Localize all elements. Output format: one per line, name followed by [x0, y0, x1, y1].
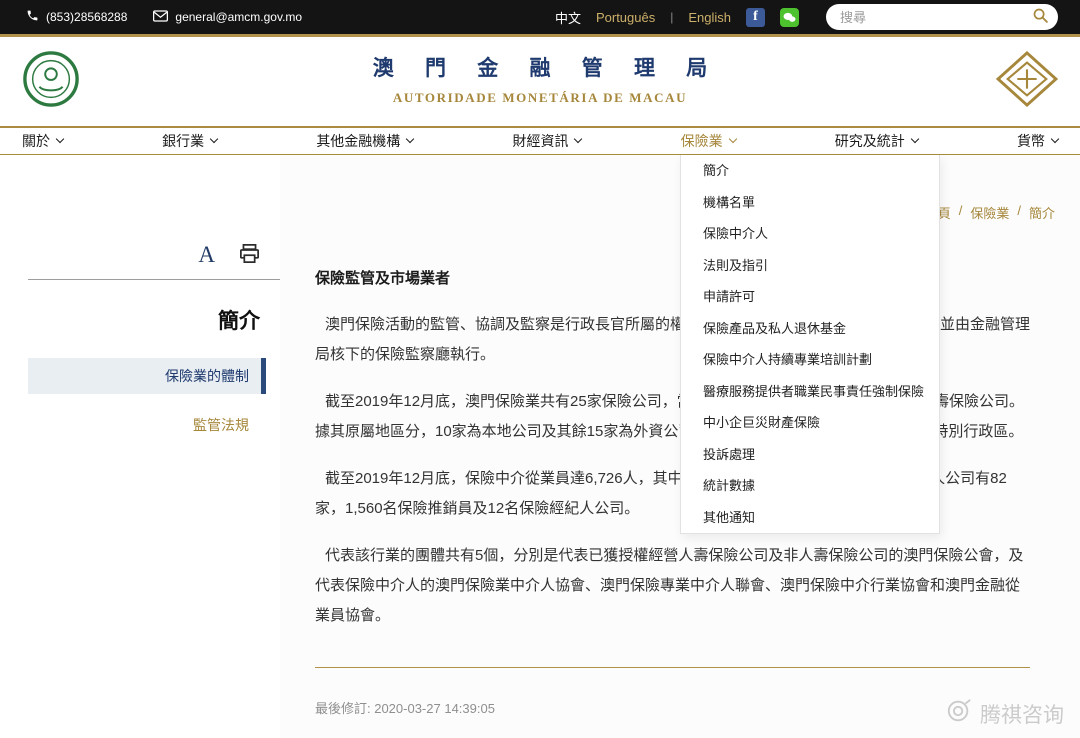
dropdown-item-products-pension-funds[interactable]: 保險產品及私人退休基金 [681, 313, 939, 345]
nav-label: 貨幣 [1017, 131, 1045, 151]
font-size-button[interactable]: A [198, 243, 215, 266]
language-link-en[interactable]: English [688, 10, 731, 25]
dropdown-item-intro[interactable]: 簡介 [681, 155, 939, 187]
site-title: 澳 門 金 融 管 理 局 AUTORIDADE MONETÁRIA DE MA… [360, 52, 721, 106]
site-title-pt: AUTORIDADE MONETÁRIA DE MACAU [360, 90, 721, 106]
language-link-zh[interactable]: 中文 [555, 8, 581, 27]
chevron-down-icon [1051, 135, 1059, 143]
nav-label: 其他金融機構 [316, 131, 400, 151]
sidebar-divider [28, 279, 280, 280]
topbar-right: 中文 Português | English f [555, 4, 1058, 30]
paragraph: 代表該行業的團體共有5個，分別是代表已獲授權經營人壽保險公司及非人壽保險公司的澳… [315, 541, 1030, 631]
sidebar-item-insurance-system[interactable]: 保險業的體制 [28, 358, 266, 394]
dropdown-item-insurance-intermediaries[interactable]: 保險中介人 [681, 218, 939, 250]
nav-item-banking[interactable]: 銀行業 [162, 131, 217, 151]
site-title-zh: 澳 門 金 融 管 理 局 [360, 52, 721, 82]
wechat-icon[interactable] [780, 8, 799, 27]
content-divider [315, 667, 1030, 668]
dropdown-item-application-licensing[interactable]: 申請許可 [681, 281, 939, 313]
insurance-dropdown-menu: 簡介 機構名單 保險中介人 法則及指引 申請許可 保險產品及私人退休基金 保險中… [680, 155, 940, 534]
watermark: 腾祺咨询 [946, 698, 1064, 730]
email-address: general@amcm.gov.mo [175, 10, 302, 24]
breadcrumb-current: 簡介 [1029, 203, 1055, 222]
nav-item-other-financial-institutions[interactable]: 其他金融機構 [316, 131, 413, 151]
last-modified: 最後修訂: 2020-03-27 14:39:05 [315, 698, 1030, 717]
watermark-text: 腾祺咨询 [980, 699, 1064, 729]
chevron-down-icon [406, 135, 414, 143]
printer-icon [239, 251, 260, 266]
dropdown-item-institutions-list[interactable]: 機構名單 [681, 187, 939, 219]
page-tools: A [28, 243, 280, 266]
dropdown-item-cpd-programme[interactable]: 保險中介人持續專業培訓計劃 [681, 344, 939, 376]
sidebar-item-regulations[interactable]: 監管法規 [28, 415, 280, 435]
chevron-down-icon [56, 135, 64, 143]
amcm-logo[interactable] [22, 50, 80, 113]
nav-label: 銀行業 [162, 131, 204, 151]
dropdown-item-other-notices[interactable]: 其他通知 [681, 502, 939, 534]
chevron-down-icon [728, 135, 736, 143]
sidebar-section-title: 簡介 [28, 305, 280, 335]
main-navigation: 關於 銀行業 其他金融機構 財經資訊 保險業 研究及統計 貨幣 [0, 126, 1080, 155]
nav-item-financial-information[interactable]: 財經資訊 [512, 131, 581, 151]
chevron-down-icon [210, 135, 218, 143]
phone-number: (853)28568288 [46, 10, 127, 24]
breadcrumb-separator: / [1017, 203, 1021, 222]
search-box [826, 4, 1058, 30]
facebook-icon[interactable]: f [746, 8, 765, 27]
breadcrumb-separator: / [959, 203, 963, 222]
search-button[interactable] [1026, 5, 1055, 29]
nav-label: 保險業 [681, 131, 723, 151]
dropdown-item-complaints[interactable]: 投訴處理 [681, 439, 939, 471]
amcm-gold-emblem-icon [996, 51, 1058, 112]
nav-item-currency[interactable]: 貨幣 [1017, 131, 1058, 151]
dropdown-item-laws-guidelines[interactable]: 法則及指引 [681, 250, 939, 282]
dropdown-item-medical-liability-insurance[interactable]: 醫療服務提供者職業民事責任強制保險 [681, 376, 939, 408]
chevron-down-icon [574, 135, 582, 143]
phone-contact[interactable]: (853)28568288 [26, 9, 127, 25]
dropdown-item-sme-catastrophe-insurance[interactable]: 中小企巨災財產保險 [681, 407, 939, 439]
breadcrumb-insurance[interactable]: 保險業 [970, 203, 1009, 222]
nav-item-insurance[interactable]: 保險業 [681, 131, 736, 151]
masthead: 澳 門 金 融 管 理 局 AUTORIDADE MONETÁRIA DE MA… [0, 37, 1080, 126]
language-link-pt[interactable]: Português [596, 10, 655, 25]
phone-icon [26, 9, 39, 25]
search-input[interactable] [826, 4, 1058, 30]
nav-label: 財經資訊 [512, 131, 568, 151]
nav-label: 關於 [22, 131, 50, 151]
chevron-down-icon [911, 135, 919, 143]
nav-item-research-statistics[interactable]: 研究及統計 [835, 131, 918, 151]
print-button[interactable] [239, 244, 260, 266]
email-contact[interactable]: general@amcm.gov.mo [153, 10, 302, 25]
nav-item-about[interactable]: 關於 [22, 131, 63, 151]
breadcrumb: 主頁 / 保險業 / 簡介 [925, 203, 1055, 222]
lens-icon [946, 698, 972, 730]
nav-label: 研究及統計 [835, 131, 905, 151]
search-icon [1032, 12, 1049, 27]
email-icon [153, 10, 168, 25]
dropdown-item-statistics[interactable]: 統計數據 [681, 470, 939, 502]
topbar: (853)28568288 general@amcm.gov.mo 中文 Por… [0, 0, 1080, 37]
sidebar: A 簡介 保險業的體制 監管法規 [28, 155, 280, 738]
language-separator: | [670, 10, 673, 24]
